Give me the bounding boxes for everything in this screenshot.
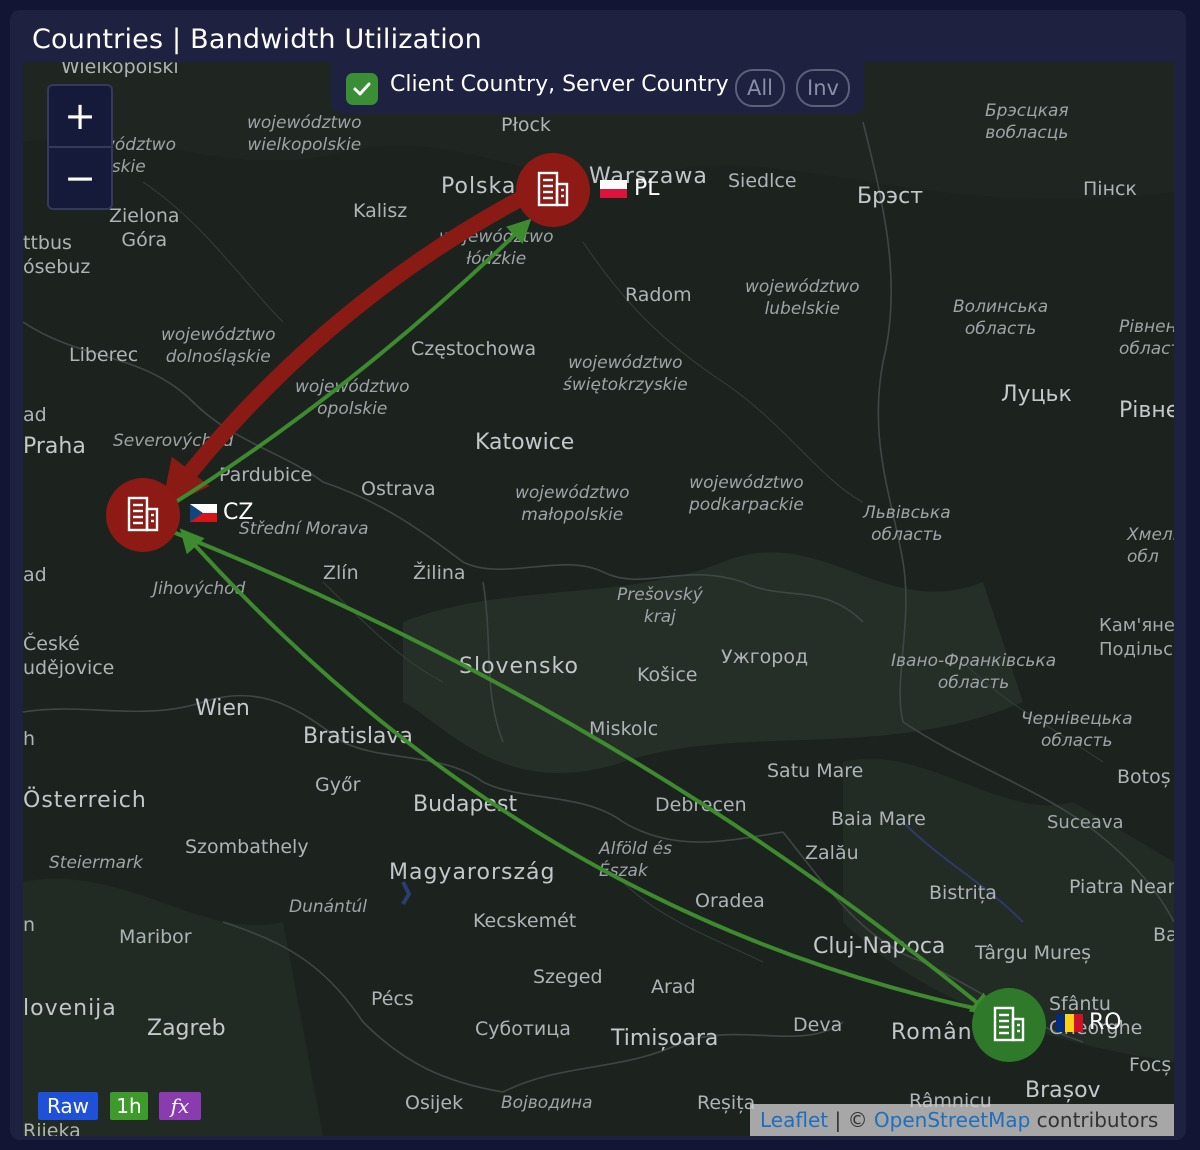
- flag-pl-icon: [600, 180, 627, 198]
- inv-button[interactable]: Inv: [796, 69, 850, 107]
- flow-cz-to-ro-upper[interactable]: [172, 530, 995, 1018]
- checkmark-icon: [353, 82, 371, 96]
- flow-overlay: [106, 153, 1046, 1062]
- zoom-control: + −: [47, 84, 113, 210]
- attribution-suffix: contributors: [1030, 1108, 1159, 1132]
- zoom-in-button[interactable]: +: [49, 86, 111, 146]
- flow-pl-to-cz[interactable]: [161, 184, 541, 510]
- map-attribution: Leaflet | © OpenStreetMap contributors: [750, 1104, 1174, 1136]
- leaflet-link[interactable]: Leaflet: [760, 1108, 828, 1132]
- node-pl[interactable]: [516, 153, 590, 227]
- node-label-pl: PL: [634, 176, 660, 201]
- zoom-out-button[interactable]: −: [49, 146, 111, 208]
- flag-cz-icon: [190, 504, 217, 522]
- panel-title: Countries | Bandwidth Utilization: [32, 24, 482, 55]
- node-ro[interactable]: [972, 988, 1046, 1062]
- node-label-ro: RO: [1089, 1010, 1122, 1035]
- map-container[interactable]: Wielkopolski województwo wielkopolskie P…: [23, 62, 1174, 1136]
- interval-badge[interactable]: 1h: [110, 1092, 148, 1120]
- fx-badge[interactable]: fx: [159, 1092, 201, 1120]
- attribution-separator: | ©: [828, 1108, 874, 1132]
- raw-badge[interactable]: Raw: [38, 1092, 98, 1120]
- flow-cz-to-pl[interactable]: [161, 218, 532, 512]
- filter-checkbox[interactable]: [346, 73, 378, 105]
- flow-ro-to-cz[interactable]: [179, 528, 984, 1012]
- filter-bar: Client Country, Server Country All Inv: [331, 62, 864, 114]
- flag-ro-icon: [1056, 1014, 1083, 1032]
- osm-link[interactable]: OpenStreetMap: [874, 1108, 1030, 1132]
- node-label-cz: CZ: [223, 500, 254, 525]
- node-cz[interactable]: [106, 478, 180, 552]
- filter-label: Client Country, Server Country: [390, 72, 729, 97]
- all-button[interactable]: All: [735, 69, 785, 107]
